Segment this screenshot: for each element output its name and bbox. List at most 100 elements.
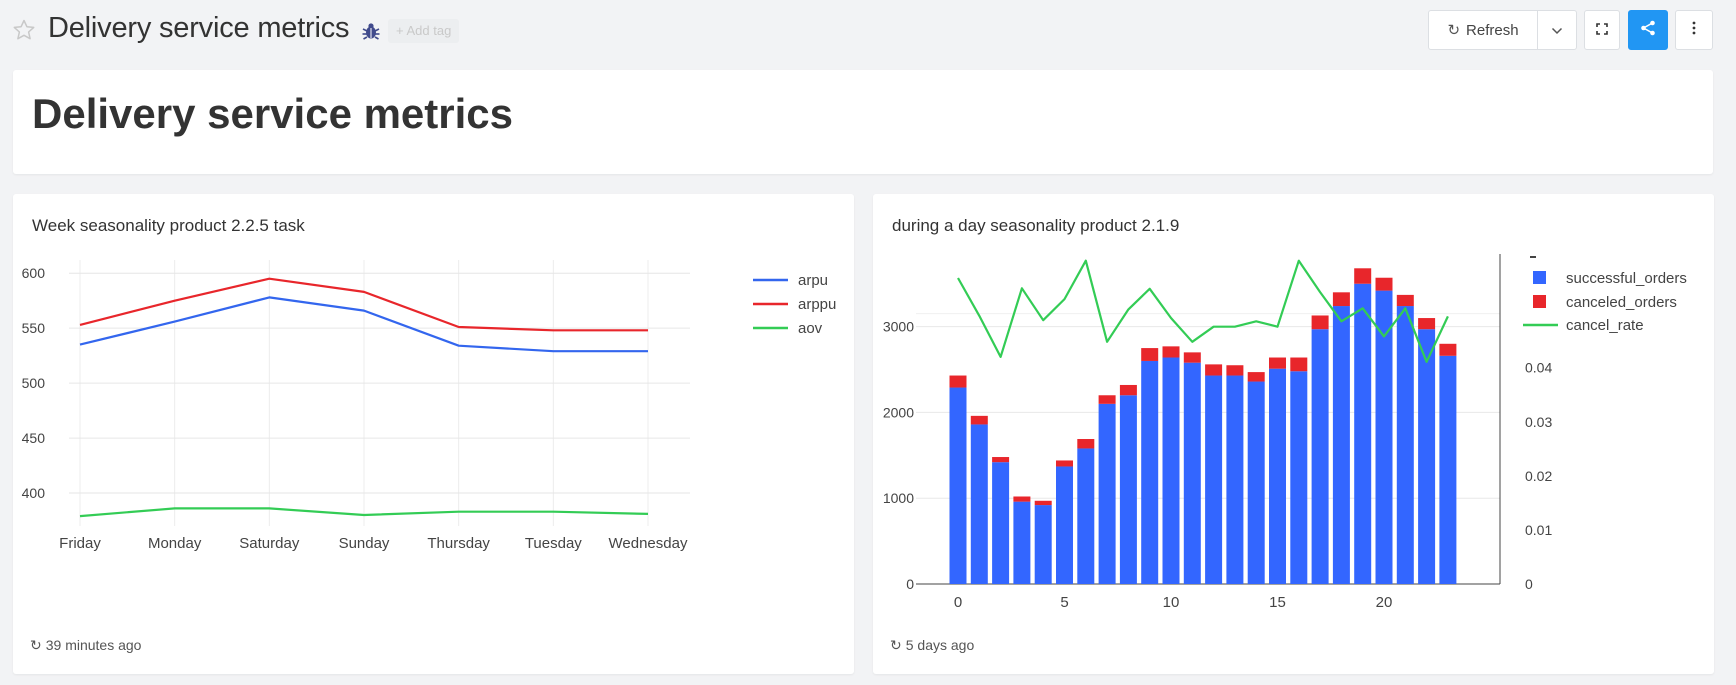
text-widget: Delivery service metrics — [13, 70, 1713, 174]
bar-successful-orders — [1396, 306, 1414, 584]
x-tick-label: Tuesday — [525, 535, 582, 552]
bar-successful-orders — [1354, 283, 1372, 584]
bar-successful-orders — [1162, 357, 1180, 584]
bar-line-chart: 0 1000 2000 3000 0 0.01 0.02 0.03 0.04 0 5 10 15 20 su… — [883, 254, 1687, 611]
bar-successful-orders — [1332, 306, 1350, 584]
legend-label: canceled_orders — [1566, 294, 1677, 311]
legend-label: aov — [798, 320, 823, 337]
share-button[interactable] — [1628, 10, 1668, 50]
refresh-icon: ↻ — [1447, 22, 1461, 39]
star-outline-icon[interactable] — [12, 18, 36, 42]
bar-canceled-orders — [1354, 268, 1372, 284]
bar-successful-orders — [1439, 355, 1457, 584]
y2-tick-label: 0 — [1525, 576, 1533, 592]
refresh-icon[interactable]: ↻ — [890, 637, 902, 653]
bar-canceled-orders — [1418, 318, 1436, 330]
legend-label: cancel_rate — [1566, 317, 1644, 334]
more-vertical-icon — [1692, 21, 1696, 39]
text-widget-heading: Delivery service metrics — [32, 90, 514, 137]
bar-successful-orders — [992, 462, 1010, 584]
bar-canceled-orders — [1013, 496, 1031, 502]
widget-footer: ↻ 39 minutes ago — [30, 637, 141, 654]
bar-canceled-orders — [1332, 292, 1350, 307]
widget-day-seasonality: during a day seasonality product 2.1.9 0… — [873, 194, 1714, 674]
bar-canceled-orders — [1056, 460, 1073, 467]
x-tick-label: 15 — [1269, 594, 1286, 611]
refresh-button[interactable]: ↻ Refresh — [1428, 10, 1538, 50]
bar-canceled-orders — [1247, 372, 1265, 382]
y2-tick-label: 0.04 — [1525, 360, 1552, 376]
dashboard-title: Delivery service metrics — [48, 12, 350, 44]
x-tick-label: 0 — [954, 594, 962, 611]
y-tick-label: 0 — [906, 576, 914, 592]
bar-canceled-orders — [1141, 348, 1159, 361]
y-tick-label: 550 — [22, 320, 46, 336]
bar-successful-orders — [1034, 505, 1052, 584]
chevron-down-icon — [1551, 22, 1563, 39]
x-tick-label: Thursday — [427, 535, 490, 552]
line-chart: 400 450 500 550 600 Friday Monday Saturday Sunda… — [22, 260, 836, 552]
x-tick-label: Monday — [148, 535, 202, 552]
bar-successful-orders — [1119, 395, 1137, 584]
bar-canceled-orders — [1226, 365, 1244, 376]
legend-label: successful_orders — [1566, 270, 1687, 287]
bar-canceled-orders — [1290, 357, 1308, 372]
bar-canceled-orders — [1119, 384, 1137, 396]
bar-successful-orders — [1247, 381, 1265, 584]
bug-icon — [360, 20, 382, 42]
bar-successful-orders — [1205, 375, 1223, 584]
dashboard-header: Delivery service metrics + Add tag ↻ Ref… — [0, 0, 1736, 62]
bar-canceled-orders — [1205, 364, 1223, 376]
y-tick-label: 3000 — [883, 319, 914, 335]
bar-successful-orders — [1013, 501, 1031, 584]
add-tag-button[interactable]: + Add tag — [388, 19, 460, 43]
legend-scroll-indicator — [1530, 256, 1536, 258]
legend-label: arppu — [798, 296, 836, 313]
y-tick-label: 400 — [22, 485, 46, 501]
fullscreen-icon — [1596, 22, 1608, 39]
bar-canceled-orders — [1439, 343, 1457, 356]
y-tick-label: 2000 — [883, 404, 914, 420]
x-tick-label: Sunday — [339, 535, 390, 552]
bar-successful-orders — [1098, 403, 1116, 584]
legend-swatch — [1533, 295, 1546, 308]
bar-canceled-orders — [1183, 352, 1201, 363]
x-tick-label: 5 — [1060, 594, 1068, 611]
legend-swatch — [1533, 271, 1546, 284]
x-tick-label: Friday — [59, 535, 101, 552]
y-tick-label: 600 — [22, 265, 46, 281]
bar-successful-orders — [949, 387, 967, 584]
bar-successful-orders — [1183, 362, 1201, 584]
updated-time: 39 minutes ago — [45, 637, 142, 653]
bar-canceled-orders — [1311, 315, 1329, 330]
bar-canceled-orders — [992, 457, 1010, 463]
updated-time: 5 days ago — [905, 637, 975, 653]
fullscreen-button[interactable] — [1584, 10, 1620, 50]
x-tick-label: 10 — [1163, 594, 1180, 611]
bar-canceled-orders — [1098, 395, 1116, 404]
refresh-icon[interactable]: ↻ — [30, 637, 42, 653]
bar-successful-orders — [1418, 329, 1436, 584]
y-tick-label: 450 — [22, 430, 46, 446]
bar-successful-orders — [1077, 448, 1095, 584]
widget-footer: ↻ 5 days ago — [890, 637, 974, 654]
x-tick-label: 20 — [1376, 594, 1393, 611]
bar-successful-orders — [1141, 360, 1159, 584]
y2-tick-label: 0.02 — [1525, 468, 1552, 484]
share-icon — [1640, 20, 1656, 40]
more-options-button[interactable] — [1675, 10, 1713, 50]
y2-tick-label: 0.03 — [1525, 414, 1552, 430]
x-tick-label: Saturday — [239, 535, 300, 552]
bar-canceled-orders — [1162, 346, 1180, 358]
bar-canceled-orders — [970, 415, 988, 425]
bar-successful-orders — [1290, 371, 1308, 584]
x-tick-label: Wednesday — [609, 535, 688, 552]
bar-canceled-orders — [1077, 439, 1095, 449]
y-tick-label: 1000 — [883, 490, 914, 506]
refresh-options-button[interactable] — [1537, 10, 1577, 50]
widget-week-seasonality: Week seasonality product 2.2.5 task 400 4… — [13, 194, 854, 674]
bar-canceled-orders — [949, 375, 967, 388]
bar-successful-orders — [1226, 375, 1244, 584]
legend-label: arpu — [798, 272, 828, 289]
series-line-cancel-rate — [957, 259, 1449, 363]
